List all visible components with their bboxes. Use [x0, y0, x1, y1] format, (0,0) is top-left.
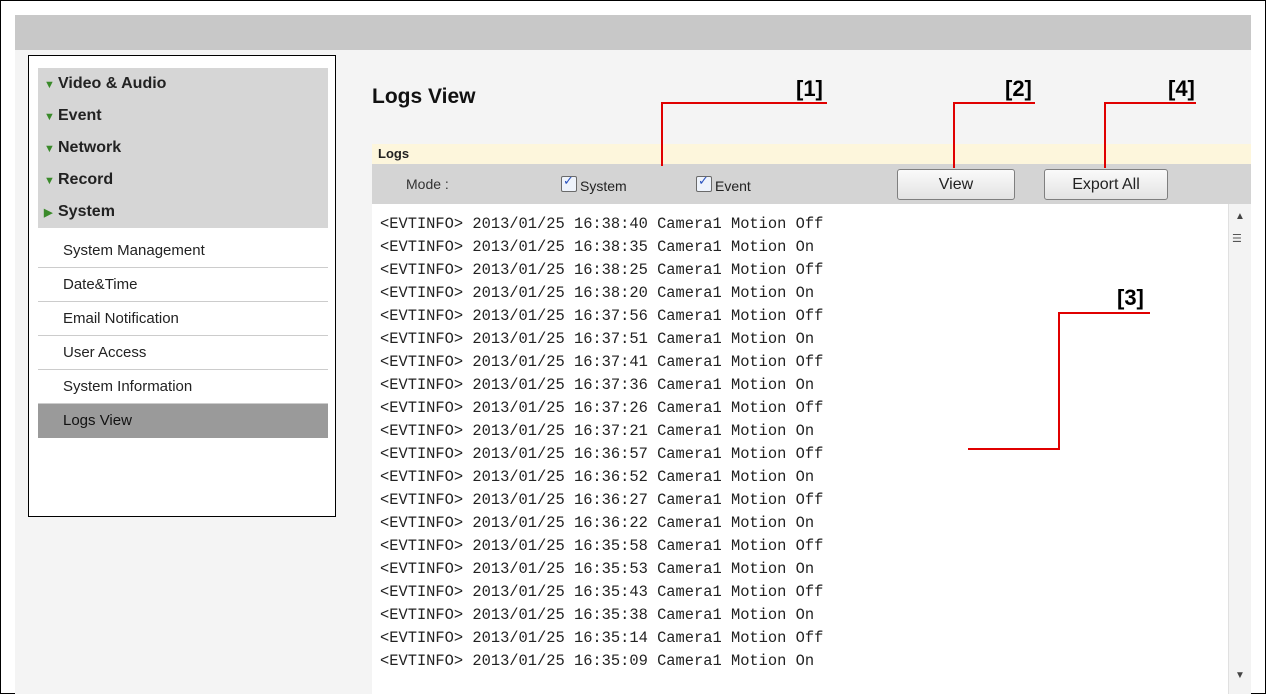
log-line: <EVTINFO> 2013/01/25 16:38:20 Camera1 Mo…: [380, 284, 815, 302]
submenu-item-system-information[interactable]: System Information: [38, 370, 328, 404]
log-line: <EVTINFO> 2013/01/25 16:37:26 Camera1 Mo…: [380, 399, 824, 417]
menu-item-label: Network: [58, 139, 122, 156]
submenu-item-user-access[interactable]: User Access: [38, 336, 328, 370]
menu-item-record[interactable]: ▼ Record: [38, 164, 328, 196]
export-all-button[interactable]: Export All: [1044, 169, 1168, 200]
caret-down-icon: ▼: [44, 79, 55, 91]
menu-item-label: System: [58, 203, 115, 220]
submenu-item-system-management[interactable]: System Management: [38, 234, 328, 268]
callout-line-1: [661, 102, 827, 104]
callout-line-2: [953, 102, 1035, 104]
event-checkbox-label: Event: [715, 178, 751, 194]
submenu-item-logs-view[interactable]: Logs View: [38, 404, 328, 438]
log-line: <EVTINFO> 2013/01/25 16:37:41 Camera1 Mo…: [380, 353, 824, 371]
logs-section-header: Logs: [372, 144, 1251, 164]
log-line: <EVTINFO> 2013/01/25 16:36:57 Camera1 Mo…: [380, 445, 824, 463]
caret-right-icon: ▶: [44, 207, 53, 219]
log-line: <EVTINFO> 2013/01/25 16:37:21 Camera1 Mo…: [380, 422, 815, 440]
system-checkbox-label: System: [580, 178, 627, 194]
log-line: <EVTINFO> 2013/01/25 16:36:52 Camera1 Mo…: [380, 468, 815, 486]
callout-label-4: [4]: [1168, 76, 1195, 101]
caret-down-icon: ▼: [44, 143, 55, 155]
scroll-thumb-grip-icon[interactable]: ☰: [1232, 232, 1246, 246]
log-line: <EVTINFO> 2013/01/25 16:35:38 Camera1 Mo…: [380, 606, 815, 624]
callout-label-3: [3]: [1117, 285, 1144, 310]
log-textarea[interactable]: <EVTINFO> 2013/01/25 16:38:40 Camera1 Mo…: [372, 204, 1251, 694]
view-button[interactable]: View: [897, 169, 1015, 200]
scroll-up-arrow-icon[interactable]: ▲: [1235, 211, 1245, 222]
callout-line-3: [1058, 312, 1150, 314]
menu-item-network[interactable]: ▼ Network: [38, 132, 328, 164]
callout-line-3: [1058, 312, 1060, 450]
submenu-item-date-time[interactable]: Date&Time: [38, 268, 328, 302]
callout-line-4: [1104, 102, 1106, 168]
menu-item-video-audio[interactable]: ▼ Video & Audio: [38, 68, 328, 100]
log-line: <EVTINFO> 2013/01/25 16:38:35 Camera1 Mo…: [380, 238, 815, 256]
top-bar: [15, 15, 1251, 50]
menu-item-event[interactable]: ▼ Event: [38, 100, 328, 132]
page-title: Logs View: [372, 85, 476, 108]
main-menu: ▼ Video & Audio ▼ Event ▼ Network ▼ Record ▶…: [38, 68, 328, 228]
mode-toolbar: Mode : System Event View Export All: [372, 164, 1251, 204]
vertical-scrollbar[interactable]: ▲ ☰ ▼: [1228, 204, 1251, 694]
caret-down-icon: ▼: [44, 175, 55, 187]
system-submenu: System Management Date&Time Email Notifi…: [38, 234, 328, 438]
log-line: <EVTINFO> 2013/01/25 16:35:53 Camera1 Mo…: [380, 560, 815, 578]
event-checkbox[interactable]: [696, 174, 712, 192]
submenu-item-email-notification[interactable]: Email Notification: [38, 302, 328, 336]
log-line: <EVTINFO> 2013/01/25 16:37:56 Camera1 Mo…: [380, 307, 824, 325]
log-line: <EVTINFO> 2013/01/25 16:38:40 Camera1 Mo…: [380, 215, 824, 233]
callout-line-3: [968, 448, 1060, 450]
menu-item-label: Event: [58, 107, 102, 124]
menu-item-system[interactable]: ▶ System: [38, 196, 328, 228]
section-title: Logs: [378, 146, 410, 161]
mode-label: Mode :: [406, 176, 449, 192]
log-line: <EVTINFO> 2013/01/25 16:35:58 Camera1 Mo…: [380, 537, 824, 555]
log-line: <EVTINFO> 2013/01/25 16:35:09 Camera1 Mo…: [380, 652, 815, 670]
callout-line-2: [953, 102, 955, 168]
menu-item-label: Record: [58, 171, 114, 188]
system-checkbox[interactable]: [561, 174, 577, 192]
log-line: <EVTINFO> 2013/01/25 16:35:14 Camera1 Mo…: [380, 629, 824, 647]
sidebar: ▼ Video & Audio ▼ Event ▼ Network ▼ Record ▶…: [28, 55, 336, 517]
scroll-down-arrow-icon[interactable]: ▼: [1235, 670, 1245, 681]
log-line: <EVTINFO> 2013/01/25 16:37:51 Camera1 Mo…: [380, 330, 815, 348]
callout-label-2: [2]: [1005, 76, 1032, 101]
log-line: <EVTINFO> 2013/01/25 16:35:43 Camera1 Mo…: [380, 583, 824, 601]
log-line: <EVTINFO> 2013/01/25 16:36:22 Camera1 Mo…: [380, 514, 815, 532]
menu-item-label: Video & Audio: [58, 75, 167, 92]
callout-label-1: [1]: [796, 76, 823, 101]
log-line: <EVTINFO> 2013/01/25 16:37:36 Camera1 Mo…: [380, 376, 815, 394]
caret-down-icon: ▼: [44, 111, 55, 123]
callout-line-1: [661, 102, 663, 166]
callout-line-4: [1104, 102, 1196, 104]
log-line: <EVTINFO> 2013/01/25 16:36:27 Camera1 Mo…: [380, 491, 824, 509]
log-line: <EVTINFO> 2013/01/25 16:38:25 Camera1 Mo…: [380, 261, 824, 279]
